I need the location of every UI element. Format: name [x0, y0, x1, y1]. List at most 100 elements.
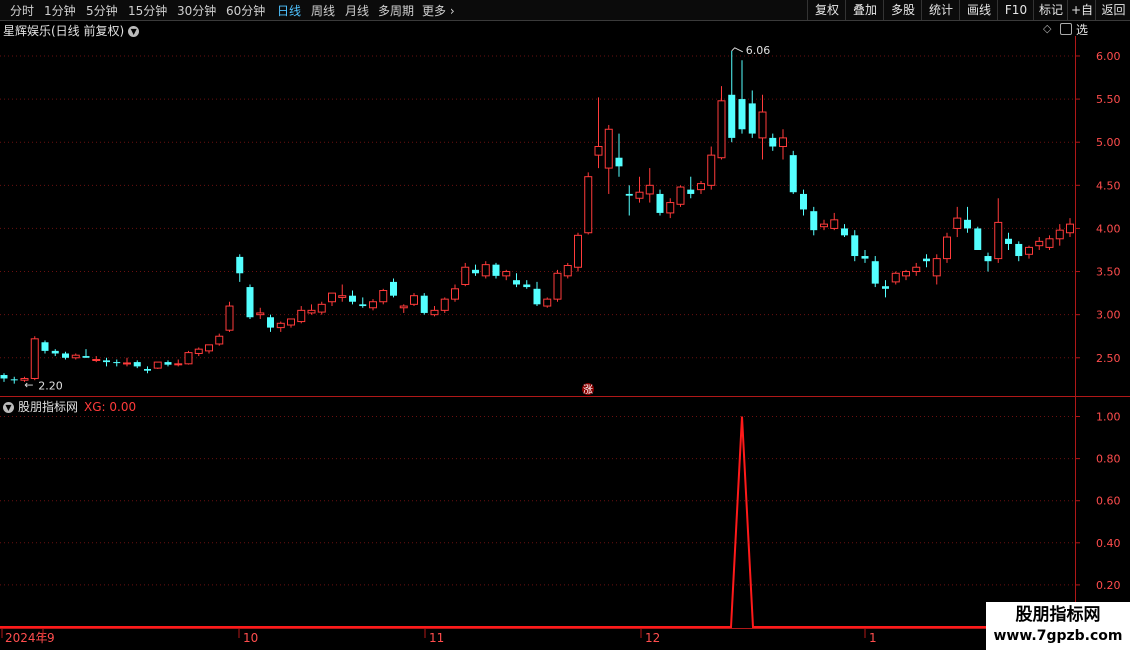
candle-up [481, 264, 490, 277]
candle-down [789, 155, 797, 193]
y-tick-label: 5.50 [1096, 93, 1121, 106]
panel-toggle-icon[interactable] [1060, 23, 1072, 35]
tab-period-30min[interactable]: 30分钟 [177, 2, 216, 19]
candle-up [1055, 229, 1064, 240]
candle-up [584, 176, 593, 234]
statistics-button[interactable]: 统计 [921, 0, 960, 20]
f10-button[interactable]: F10 [997, 0, 1034, 20]
indicator-y-tick-label: 0.80 [1096, 453, 1121, 466]
candle-up [758, 111, 767, 139]
x-tick-label: 10 [243, 631, 258, 645]
candle-down [513, 280, 520, 285]
indicator-y-tick-label: 1.00 [1096, 411, 1121, 424]
high-price-label: 6.06 [746, 44, 771, 57]
tab-period-15min[interactable]: 15分钟 [128, 2, 167, 19]
candle-down [851, 235, 859, 257]
candle-up [574, 234, 582, 268]
chevron-right-icon: › [446, 4, 455, 18]
add-watchlist-button[interactable]: +自选 [1067, 0, 1096, 37]
candle-up [338, 295, 347, 298]
candle-up [1045, 238, 1054, 248]
candle-down [523, 284, 531, 288]
low-price-label: 2.20 [38, 380, 63, 393]
watermark: 股朋指标网 www.7gpzb.com [986, 602, 1130, 650]
candle-up [1025, 246, 1033, 255]
candle-up [902, 271, 910, 277]
candle-up [307, 309, 316, 314]
candle-up [779, 137, 787, 148]
candle-up [297, 309, 306, 323]
y-tick-label: 4.50 [1096, 179, 1121, 192]
mark-button[interactable]: 标记 [1033, 0, 1068, 20]
tab-period-60min[interactable]: 60分钟 [226, 2, 265, 19]
candle-up [994, 221, 1003, 260]
candle-down [472, 269, 479, 274]
candle-up [410, 295, 418, 305]
candle-up [225, 305, 234, 331]
tab-more[interactable]: 更多 › [422, 2, 455, 19]
tab-period-monthly[interactable]: 月线 [345, 2, 369, 19]
candle-down [144, 368, 151, 371]
candle-up [153, 361, 162, 369]
y-tick-label: 5.00 [1096, 136, 1121, 149]
candle-up [92, 359, 101, 362]
candle-down [738, 99, 746, 130]
candle-down [267, 317, 274, 328]
rise-marker: 涨 [583, 384, 593, 396]
candle-down [420, 295, 428, 313]
candle-down [82, 356, 90, 358]
candle-up [71, 354, 80, 359]
overlay-button[interactable]: 叠加 [845, 0, 884, 20]
draw-line-button[interactable]: 画线 [959, 0, 998, 20]
candle-up [645, 184, 654, 195]
candle-down [349, 295, 356, 302]
candle-down [656, 193, 664, 213]
candle-up [184, 352, 193, 365]
candle-down [800, 193, 807, 210]
candle-up [697, 183, 705, 191]
tab-period-5min[interactable]: 5分钟 [86, 2, 118, 19]
tab-period-daily[interactable]: 日线 [277, 2, 301, 19]
candle-up [369, 301, 377, 309]
candle-down [113, 362, 121, 364]
candle-up [287, 318, 295, 326]
high-pointer [731, 47, 743, 53]
candle-down [533, 288, 541, 305]
chevron-down-icon[interactable]: ▼ [128, 26, 140, 37]
candle-down [974, 228, 982, 250]
candle-up [1035, 240, 1044, 247]
watermark-url: www.7gpzb.com [993, 628, 1123, 644]
candle-up [440, 298, 449, 311]
tab-period-1min[interactable]: 1分钟 [44, 2, 76, 19]
candle-down [492, 264, 500, 276]
candle-down [62, 353, 69, 358]
chevron-down-icon[interactable]: ▼ [3, 402, 14, 413]
multi-stock-button[interactable]: 多股 [883, 0, 922, 20]
tab-period-weekly[interactable]: 周线 [311, 2, 335, 19]
candle-up [604, 128, 613, 169]
candle-down [359, 304, 367, 307]
candle-up [707, 154, 716, 186]
candle-down [748, 103, 756, 134]
candle-down [41, 342, 49, 351]
candle-up [594, 146, 603, 156]
fuquan-button[interactable]: 复权 [807, 0, 846, 20]
candle-up [461, 266, 470, 285]
indicator-y-tick-label: 0.40 [1096, 537, 1121, 550]
candle-down [1005, 238, 1012, 244]
tab-period-multi[interactable]: 多周期 [378, 2, 414, 19]
candle-up [676, 186, 685, 205]
candle-up [502, 271, 511, 277]
candle-up [1066, 223, 1074, 234]
candle-up [943, 236, 951, 260]
candle-down [615, 157, 623, 167]
y-tick-label: 2.50 [1096, 352, 1121, 365]
indicator-line [0, 416, 1075, 628]
indicator-name: 股朋指标网 [18, 400, 79, 414]
back-button[interactable]: 返回 [1095, 0, 1130, 20]
candle-up [123, 362, 131, 365]
candle-up [174, 363, 183, 366]
diamond-icon[interactable]: ◇ [1043, 22, 1051, 35]
candle-down [810, 211, 818, 231]
tab-period-fenshi[interactable]: 分时 [10, 2, 34, 19]
